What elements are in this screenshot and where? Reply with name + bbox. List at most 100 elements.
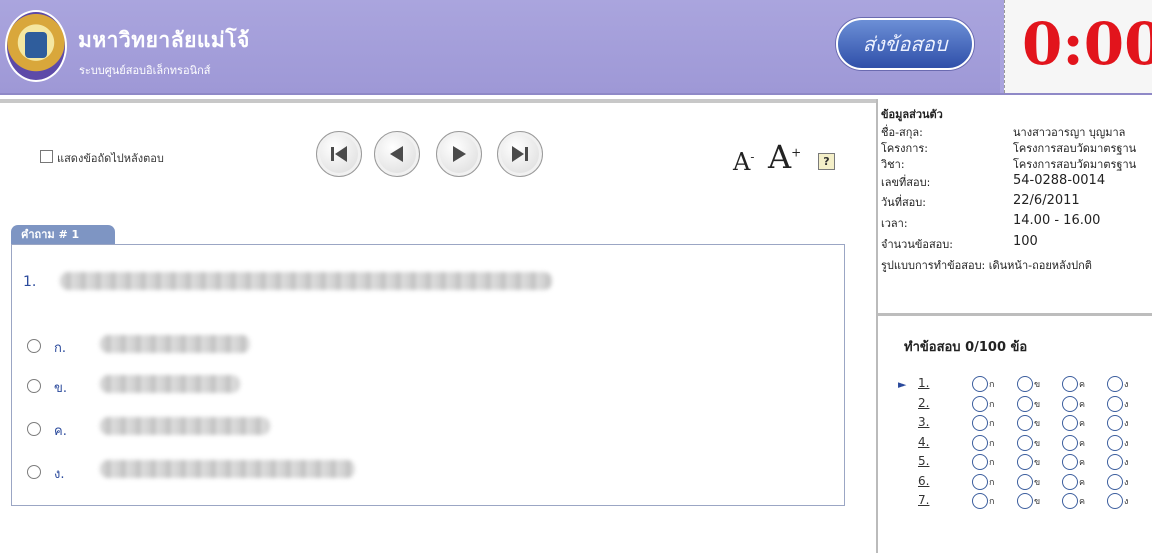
answer-progress: ทำข้อสอบ 0/100 ข้อ	[904, 340, 1028, 355]
question-panel: 1. ก. ข. ค. ง.	[11, 244, 845, 506]
profile-label-exam-id: เลขที่สอบ:	[881, 176, 931, 189]
answer-choice-label: ก	[989, 497, 995, 507]
answer-radio-ข[interactable]	[1017, 376, 1033, 392]
answer-radio-ง[interactable]	[1107, 395, 1123, 412]
panel-divider	[878, 313, 1152, 316]
right-panel: ข้อมูลส่วนตัว ชื่อ-สกุล: นางสาวอารญา บุญ…	[876, 99, 1152, 553]
answer-choice-label: ค	[1079, 458, 1086, 468]
first-question-button[interactable]	[316, 131, 362, 177]
answer-choice-label: ง	[1124, 399, 1129, 410]
answer-question-link[interactable]: 5.	[918, 454, 929, 468]
answer-question-link[interactable]: 1.	[918, 376, 929, 390]
profile-value-name: นางสาวอารญา บุญมาล	[1013, 126, 1126, 139]
answer-choice-label: ก	[989, 380, 995, 390]
option-radio-2[interactable]	[27, 379, 41, 393]
answer-choice-label: ก	[989, 458, 995, 468]
skip-first-icon	[331, 146, 347, 162]
answer-row-4: 4. ก ข ค ง	[898, 434, 1152, 454]
answer-radio-ง[interactable]	[1107, 376, 1123, 392]
answer-choice-label: ค	[1079, 380, 1086, 390]
answer-question-link[interactable]: 3.	[918, 415, 929, 429]
answer-row-6: 6. ก ข ค ง	[898, 473, 1152, 493]
answer-row-5: 5. ก ข ค ง	[898, 454, 1152, 473]
answer-question-link[interactable]: 2.	[918, 396, 929, 410]
profile-label-subject: วิชา:	[881, 158, 905, 171]
answer-radio-ข[interactable]	[1017, 454, 1033, 470]
answer-choice-label: ง	[1124, 497, 1129, 507]
profile-label-name: ชื่อ-สกุล:	[881, 126, 923, 139]
answer-row-3: 3. ก ข ค ง	[898, 415, 1152, 434]
answer-radio-ค[interactable]	[1062, 376, 1078, 392]
answer-radio-ก[interactable]	[972, 415, 988, 431]
answer-choice-label: ก	[989, 419, 995, 429]
option-text-blurred-1	[100, 335, 250, 353]
answer-radio-ข[interactable]	[1017, 434, 1033, 451]
option-radio-1[interactable]	[27, 339, 41, 353]
submit-exam-button[interactable]: ส่งข้อสอบ	[836, 18, 974, 70]
answer-radio-ก[interactable]	[972, 454, 988, 470]
answer-radio-ก[interactable]	[972, 493, 988, 509]
answer-choice-label: ข	[1034, 438, 1041, 449]
decrease-font-button[interactable]: A-	[733, 148, 754, 176]
answer-radio-ง[interactable]	[1107, 473, 1123, 490]
profile-label-time: เวลา:	[881, 217, 908, 230]
answer-radio-ค[interactable]	[1062, 473, 1078, 490]
answer-radio-ก[interactable]	[972, 473, 988, 490]
profile-label-count: จำนวนข้อสอบ:	[881, 238, 953, 251]
answer-radio-ก[interactable]	[972, 395, 988, 412]
countdown-timer: 0:00:	[1022, 10, 1152, 78]
answer-radio-ข[interactable]	[1017, 415, 1033, 431]
answer-row-2: 2. ก ข ค ง	[898, 395, 1152, 415]
answer-radio-ค[interactable]	[1062, 493, 1078, 509]
option-radio-3[interactable]	[27, 422, 41, 436]
option-label-2: ข.	[54, 381, 68, 396]
answer-radio-ค[interactable]	[1062, 454, 1078, 470]
answer-radio-ง[interactable]	[1107, 454, 1123, 470]
increase-font-label: A	[768, 138, 792, 176]
answer-choice-label: ง	[1124, 438, 1129, 449]
answer-question-link[interactable]: 7.	[918, 493, 929, 507]
answer-choice-label: ก	[989, 477, 995, 488]
option-text-blurred-2	[100, 375, 240, 393]
answer-choice-label: ค	[1079, 399, 1086, 410]
answer-radio-ค[interactable]	[1062, 434, 1078, 451]
help-icon[interactable]: ?	[818, 153, 835, 170]
profile-label-date: วันที่สอบ:	[881, 196, 926, 209]
increase-font-button[interactable]: A+	[768, 138, 801, 176]
university-name: มหาวิทยาลัยแม่โจ้	[78, 27, 250, 52]
answer-radio-ค[interactable]	[1062, 395, 1078, 412]
answer-row-7: 7. ก ข ค ง	[898, 493, 1152, 512]
show-next-checkbox[interactable]	[40, 150, 53, 163]
answer-choice-label: ค	[1079, 438, 1086, 449]
answer-radio-ก[interactable]	[972, 376, 988, 392]
answer-radio-ข[interactable]	[1017, 493, 1033, 509]
option-radio-4[interactable]	[27, 465, 41, 479]
header-divider	[0, 99, 878, 103]
answer-choice-label: ก	[989, 399, 995, 410]
answer-question-link[interactable]: 4.	[918, 435, 929, 449]
previous-question-button[interactable]	[374, 131, 420, 177]
arrow-left-icon	[390, 146, 403, 162]
answer-choice-label: ง	[1124, 458, 1129, 468]
answer-choice-label: ค	[1079, 497, 1086, 507]
profile-label-project: โครงการ:	[881, 142, 928, 155]
answer-radio-ก[interactable]	[972, 434, 988, 451]
option-text-blurred-3	[100, 417, 270, 435]
answer-radio-ค[interactable]	[1062, 415, 1078, 431]
answer-radio-ง[interactable]	[1107, 434, 1123, 451]
answer-question-link[interactable]: 6.	[918, 474, 929, 488]
answer-radio-ง[interactable]	[1107, 415, 1123, 431]
question-number: 1.	[23, 274, 37, 290]
answer-radio-ง[interactable]	[1107, 493, 1123, 509]
answer-choice-label: ข	[1034, 380, 1041, 390]
answer-radio-ข[interactable]	[1017, 395, 1033, 412]
profile-title: ข้อมูลส่วนตัว	[881, 108, 943, 121]
last-question-button[interactable]	[497, 131, 543, 177]
next-question-button[interactable]	[436, 131, 482, 177]
profile-panel: ข้อมูลส่วนตัว ชื่อ-สกุล: นางสาวอารญา บุญ…	[878, 99, 1152, 313]
profile-value-project: โครงการสอบวัดมาตรฐาน	[1013, 142, 1137, 155]
answer-radio-ข[interactable]	[1017, 473, 1033, 490]
profile-value-time: 14.00 - 16.00	[1013, 213, 1101, 228]
increase-font-sup: +	[791, 145, 802, 160]
option-text-blurred-4	[100, 460, 355, 478]
